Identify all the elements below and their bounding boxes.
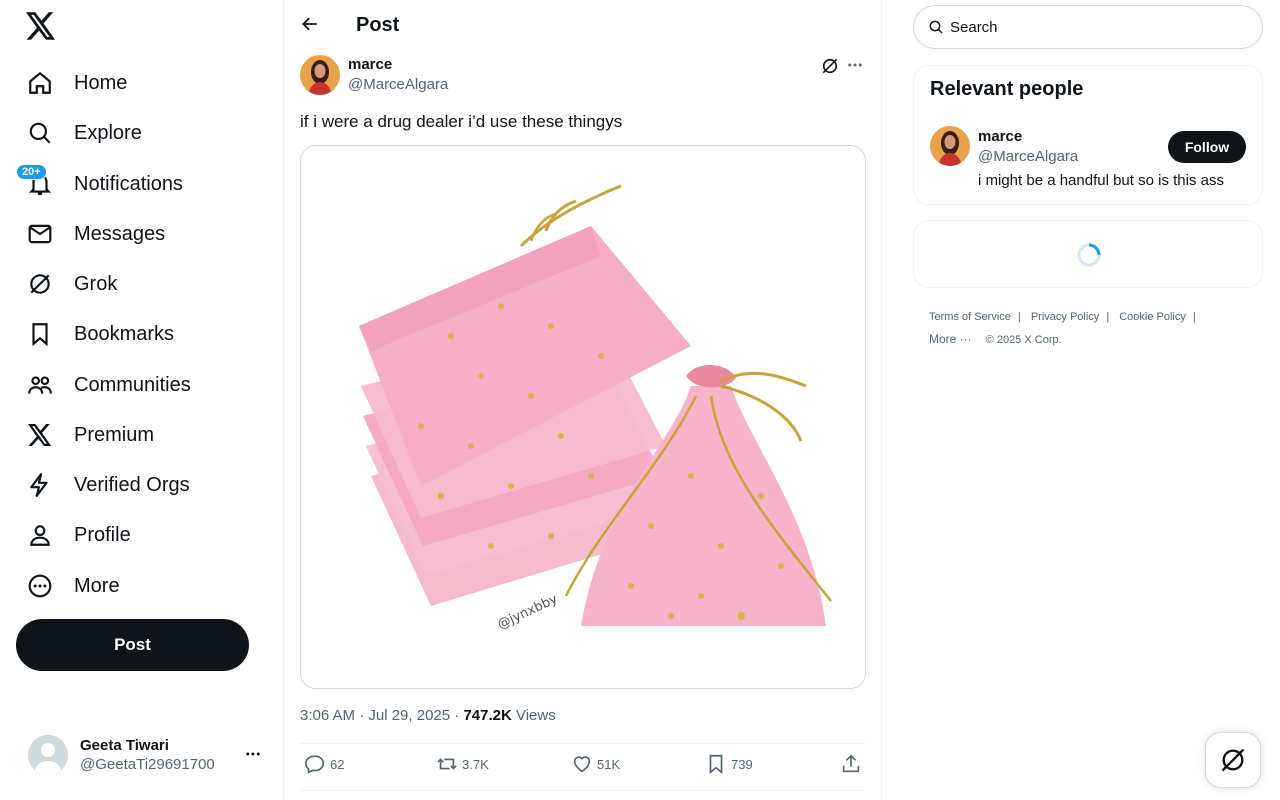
footer-link-terms[interactable]: Terms of Service xyxy=(929,311,1011,323)
tweet-meta: 3:06 AM · Jul 29, 2025 · 747.2K Views xyxy=(300,707,556,724)
author-handle[interactable]: @MarceAlgara xyxy=(348,76,448,93)
nav-home-label: Home xyxy=(74,71,128,94)
account-handle: @GeetaTi29691700 xyxy=(80,756,215,773)
back-arrow-icon[interactable] xyxy=(300,14,324,38)
account-switcher[interactable]: Geeta Tiwari @GeetaTi29691700 xyxy=(16,727,274,783)
account-avatar xyxy=(28,735,68,775)
nav-communities[interactable]: Communities xyxy=(16,363,191,407)
notification-badge: 20+ xyxy=(16,164,47,180)
nav-home[interactable]: Home xyxy=(16,61,127,105)
bookmark-icon xyxy=(26,320,54,348)
grok-icon xyxy=(26,270,54,298)
person-handle[interactable]: @MarceAlgara xyxy=(978,148,1078,165)
search-icon xyxy=(26,119,54,147)
like-button[interactable]: 51K xyxy=(571,753,620,775)
envelope-icon xyxy=(26,220,54,248)
divider xyxy=(300,743,866,744)
people-icon xyxy=(26,371,54,399)
footer-links: Terms of Service | Privacy Policy | Cookie… xyxy=(929,311,1196,346)
search-bar[interactable] xyxy=(913,5,1263,49)
nav-profile-label: Profile xyxy=(74,523,131,546)
reply-button[interactable]: 62 xyxy=(304,753,344,775)
nav-explore-label: Explore xyxy=(74,121,142,144)
grok-floating-button[interactable] xyxy=(1205,732,1261,788)
nav-premium-label: Premium xyxy=(74,423,155,446)
x-logo-icon[interactable] xyxy=(26,12,58,44)
divider xyxy=(300,790,866,791)
nav-bookmarks-label: Bookmarks xyxy=(74,322,175,345)
nav-notifications[interactable]: 20+ Notifications xyxy=(16,162,183,206)
nav-messages[interactable]: Messages xyxy=(16,212,165,256)
search-icon xyxy=(929,20,943,34)
nav-bookmarks[interactable]: Bookmarks xyxy=(16,312,174,356)
more-horizontal-icon[interactable] xyxy=(846,56,866,76)
nav-more-label: More xyxy=(74,574,120,597)
bell-icon: 20+ xyxy=(16,164,54,198)
tweet-timestamp[interactable]: 3:06 AM · Jul 29, 2025 · xyxy=(300,707,463,724)
follow-button[interactable]: Follow xyxy=(1168,131,1246,163)
views-label: Views xyxy=(511,707,556,724)
nav-notifications-label: Notifications xyxy=(74,172,183,195)
repost-count: 3.7K xyxy=(462,756,489,772)
person-name[interactable]: marce xyxy=(978,128,1022,145)
nav-profile[interactable]: Profile xyxy=(16,513,131,557)
bookmark-button[interactable]: 739 xyxy=(705,753,753,775)
nav-messages-label: Messages xyxy=(74,222,166,245)
page-title: Post xyxy=(356,14,400,36)
grok-icon xyxy=(1221,748,1245,772)
views-count: 747.2K xyxy=(463,707,512,724)
repost-icon xyxy=(437,758,457,770)
tweet-text: if i were a drug dealer i’d use these th… xyxy=(300,112,623,131)
x-logo-icon xyxy=(26,421,54,449)
loading-panel xyxy=(913,220,1263,288)
nav-verified-orgs-label: Verified Orgs xyxy=(74,473,190,496)
footer-copyright: © 2025 X Corp. xyxy=(985,334,1062,346)
search-input[interactable] xyxy=(950,18,1230,36)
footer-more[interactable]: More ··· xyxy=(929,332,972,346)
share-icon xyxy=(842,754,860,773)
more-circle-icon xyxy=(26,572,54,600)
nav-more[interactable]: More xyxy=(16,564,120,608)
account-name: Geeta Tiwari xyxy=(80,737,169,754)
nav-premium[interactable]: Premium xyxy=(16,413,154,457)
home-icon xyxy=(26,69,54,97)
tweet-actions: 62 3.7K 51K 739 xyxy=(300,753,866,783)
nav-grok[interactable]: Grok xyxy=(16,262,117,306)
author-name[interactable]: marce xyxy=(348,56,392,73)
left-sidebar: Home Explore 20+ Notifications Messages … xyxy=(0,0,284,800)
nav-grok-label: Grok xyxy=(74,272,118,295)
footer-link-cookie[interactable]: Cookie Policy xyxy=(1119,311,1186,323)
repost-button[interactable]: 3.7K xyxy=(436,753,489,775)
more-horizontal-icon[interactable] xyxy=(244,745,262,768)
tweet-image[interactable]: @jynxbby xyxy=(300,145,866,689)
heart-icon xyxy=(573,756,591,773)
author-avatar[interactable] xyxy=(300,55,340,95)
bookmark-count: 739 xyxy=(731,756,753,772)
lightning-icon xyxy=(26,471,54,499)
grok-icon[interactable] xyxy=(820,56,840,76)
person-avatar[interactable] xyxy=(930,126,970,166)
nav-verified-orgs[interactable]: Verified Orgs xyxy=(16,463,190,507)
footer-link-privacy[interactable]: Privacy Policy xyxy=(1031,311,1099,323)
reply-icon xyxy=(305,755,325,774)
relevant-people-panel: Relevant people marce @MarceAlgara i mig… xyxy=(913,65,1263,205)
nav-communities-label: Communities xyxy=(74,373,191,396)
person-bio: i might be a handful but so is this ass xyxy=(978,172,1224,189)
reply-count: 62 xyxy=(330,756,345,772)
nav-explore[interactable]: Explore xyxy=(16,111,142,155)
post-button[interactable]: Post xyxy=(16,619,249,671)
post-header: Post xyxy=(284,0,882,53)
loading-spinner-icon xyxy=(1077,243,1101,267)
bookmark-icon xyxy=(709,754,723,775)
share-button[interactable] xyxy=(840,753,862,775)
relevant-people-title: Relevant people xyxy=(930,78,1084,100)
main-column: Post marce @MarceAlgara if i were a drug… xyxy=(284,0,882,800)
like-count: 51K xyxy=(597,756,621,772)
person-icon xyxy=(26,521,54,549)
